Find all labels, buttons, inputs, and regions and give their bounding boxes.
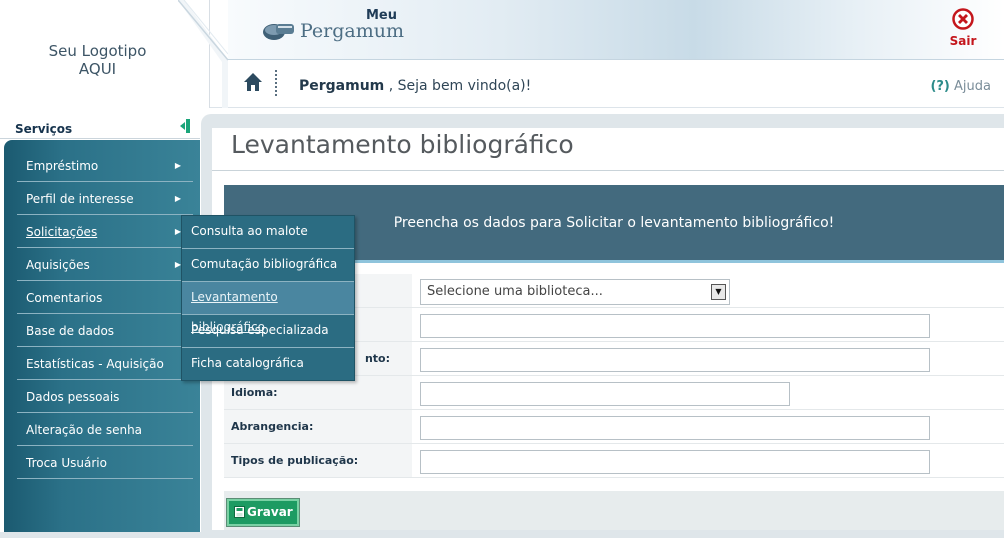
sidebar-item-label: Comentarios <box>26 291 103 305</box>
sidebar-item-label: Empréstimo <box>26 159 99 173</box>
sidebar-item-dados-pessoais[interactable]: Dados pessoais <box>17 381 193 413</box>
header: Seu Logotipo AQUI Meu Pergamum Sair Perg… <box>0 0 1004 108</box>
logout-button[interactable]: Sair <box>943 8 983 48</box>
sidebar: Serviços Empréstimo ▶ Perfil de interess… <box>0 109 200 538</box>
separator <box>275 70 278 96</box>
save-button[interactable]: Gravar <box>226 498 300 527</box>
divider <box>0 138 200 139</box>
services-menu: Empréstimo ▶ Perfil de interesse ▶ Solic… <box>4 140 200 538</box>
sidebar-item-troca-usuario[interactable]: Troca Usuário <box>17 447 193 479</box>
save-label: Gravar <box>247 505 293 519</box>
sidebar-item-label: Dados pessoais <box>26 390 120 404</box>
sidebar-item-label: Base de dados <box>26 324 115 338</box>
sidebar-item-label: Estatísticas - Aquisição <box>26 357 164 371</box>
sidebar-item-label: Aquisições <box>26 258 90 272</box>
chevron-right-icon: ▶ <box>174 161 181 170</box>
submenu-item-levantamento-bibliografico[interactable]: Levantamento bibliográfico <box>182 282 354 334</box>
sidebar-item-perfil-de-interesse[interactable]: Perfil de interesse ▶ <box>17 183 193 215</box>
abrangencia-label: Abrangencia: <box>224 410 412 443</box>
logo-placeholder: Seu Logotipo AQUI <box>48 42 147 78</box>
sidebar-item-aquisicoes[interactable]: Aquisições ▶ <box>17 249 193 281</box>
footer-strip <box>0 532 1004 538</box>
save-icon <box>234 506 245 518</box>
sidebar-item-label: Perfil de interesse <box>26 192 134 206</box>
sidebar-item-label: Solicitações <box>26 225 98 239</box>
help-icon: (?) <box>930 79 950 94</box>
home-icon[interactable] <box>243 72 263 92</box>
header-divider <box>178 0 228 108</box>
brand-name: Pergamum <box>300 20 405 42</box>
submenu-item-label: Pesquisa especializada <box>191 323 329 337</box>
user-name: Pergamum <box>299 78 385 94</box>
sidebar-item-comentarios[interactable]: Comentarios <box>17 282 193 314</box>
tipos-label: Tipos de publicação: <box>224 444 412 477</box>
submenu-item-pesquisa-especializada[interactable]: Pesquisa especializada <box>182 315 354 348</box>
field2-input[interactable] <box>420 314 930 338</box>
library-select[interactable]: Selecione uma biblioteca... ▼ <box>420 279 730 305</box>
welcome-bar: Pergamum , Seja bem vindo(a)! (?) Ajuda <box>228 62 1004 107</box>
sidebar-title: Serviços <box>15 122 73 136</box>
idioma-input[interactable] <box>420 382 790 406</box>
sidebar-item-label: Troca Usuário <box>26 456 107 470</box>
logout-label: Sair <box>949 34 977 48</box>
sidebar-item-estatisticas[interactable]: Estatísticas - Aquisição <box>17 348 193 380</box>
sidebar-item-base-de-dados[interactable]: Base de dados <box>17 315 193 347</box>
submenu-item-label: Ficha catalográfica <box>191 356 304 370</box>
tipos-input[interactable] <box>420 450 930 474</box>
submenu-item-ficha-catalografica[interactable]: Ficha catalográfica <box>182 348 354 381</box>
welcome-message: Pergamum , Seja bem vindo(a)! <box>299 78 531 94</box>
library-select-value: Selecione uma biblioteca... <box>427 284 603 299</box>
sidebar-item-solicitacoes[interactable]: Solicitações ▶ <box>17 216 193 248</box>
field3-input[interactable] <box>420 348 930 372</box>
sidebar-item-label: Alteração de senha <box>26 423 143 437</box>
solicitacoes-submenu: Consulta ao malote Comutação bibliográfi… <box>181 215 355 381</box>
form-row-tipos: Tipos de publicação: <box>224 444 1004 478</box>
submenu-item-label: Comutação bibliográfica <box>191 257 338 271</box>
help-link[interactable]: (?) Ajuda <box>930 79 991 94</box>
sidebar-item-emprestimo[interactable]: Empréstimo ▶ <box>17 150 193 182</box>
form-row-abrangencia: Abrangencia: <box>224 410 1004 444</box>
submenu-item-comutacao-bibliografica[interactable]: Comutação bibliográfica <box>182 249 354 282</box>
submenu-item-consulta-ao-malote[interactable]: Consulta ao malote <box>182 216 354 249</box>
chevron-down-icon: ▼ <box>711 284 726 300</box>
close-circle-icon <box>952 8 974 30</box>
chevron-right-icon: ▶ <box>174 194 181 203</box>
form-row-idioma: Idioma: <box>224 376 1004 410</box>
submenu-item-label: Consulta ao malote <box>191 224 308 238</box>
sidebar-item-alteracao-de-senha[interactable]: Alteração de senha <box>17 414 193 446</box>
collapse-sidebar-icon[interactable] <box>180 118 192 134</box>
pergamum-logo-icon <box>263 24 294 40</box>
divider <box>212 170 1004 171</box>
page-title: Levantamento bibliográfico <box>231 130 574 159</box>
form-actions: Gravar <box>224 491 1004 530</box>
abrangencia-input[interactable] <box>420 416 930 440</box>
welcome-text: , Seja bem vindo(a)! <box>384 78 532 94</box>
help-label: Ajuda <box>949 79 991 94</box>
